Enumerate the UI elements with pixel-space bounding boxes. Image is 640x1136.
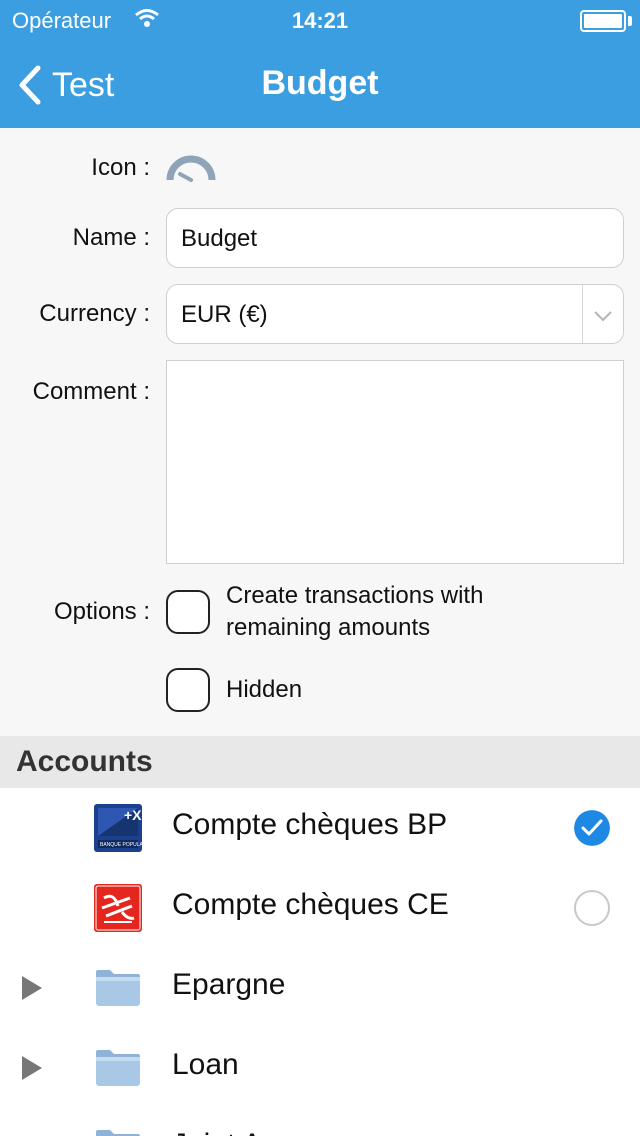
disclosure-triangle-icon[interactable]: [22, 1056, 42, 1080]
battery-icon: [580, 10, 626, 32]
currency-label: Currency :: [39, 300, 150, 327]
disclosure-triangle-icon[interactable]: [22, 976, 42, 1000]
hidden-label: Hidden: [226, 676, 303, 703]
name-field-value: Budget: [181, 225, 258, 252]
account-label: Compte chèques CE: [172, 888, 449, 921]
remaining-amounts-label: Create transactions with remaining amoun…: [226, 580, 483, 644]
chevron-down-icon: [594, 311, 612, 322]
status-time: 14:21: [291, 8, 349, 33]
account-label: Joint A...: [172, 1128, 287, 1136]
name-field[interactable]: Budget: [166, 208, 624, 268]
svg-text:BANQUE POPULAIRE: BANQUE POPULAIRE: [100, 842, 142, 848]
name-label: Name :: [72, 224, 150, 251]
select-divider: [582, 285, 583, 343]
nav-header: Opérateur 14:21 Test Budget: [0, 0, 640, 128]
comment-label: Comment :: [32, 378, 150, 405]
svg-text:+X: +X: [124, 807, 142, 823]
icon-label: Icon :: [91, 154, 150, 181]
accounts-title: Accounts: [16, 745, 153, 778]
folder-icon: [96, 1050, 140, 1086]
caisse-epargne-logo: [94, 884, 142, 932]
radio-unselected-icon[interactable]: [574, 890, 610, 926]
account-row-compte-bp[interactable]: +X BANQUE POPULAIRE Compte chèques BP: [0, 788, 640, 868]
battery-tip: [628, 16, 632, 26]
gauge-icon[interactable]: [164, 150, 218, 184]
banque-populaire-logo: +X BANQUE POPULAIRE: [94, 804, 142, 852]
currency-select-value: EUR (€): [181, 301, 268, 328]
folder-icon: [96, 970, 140, 1006]
account-label: Epargne: [172, 968, 286, 1001]
account-row-epargne[interactable]: Epargne: [0, 948, 640, 1028]
comment-textarea[interactable]: [166, 360, 624, 564]
account-row-compte-ce[interactable]: Compte chèques CE: [0, 868, 640, 948]
accounts-list: +X BANQUE POPULAIRE Compte chèques BP Co…: [0, 788, 640, 1136]
accounts-section-header: Accounts: [0, 736, 640, 788]
currency-select[interactable]: EUR (€): [166, 284, 624, 344]
status-bar: Opérateur 14:21: [0, 0, 640, 40]
options-label: Options :: [53, 598, 150, 625]
account-label: Compte chèques BP: [172, 808, 448, 841]
account-row-joint[interactable]: Joint A...: [0, 1108, 640, 1136]
checkmark-selected-icon[interactable]: [574, 810, 610, 846]
remaining-amounts-line1: Create transactions with: [226, 582, 484, 609]
page-title: Budget: [261, 64, 379, 102]
hidden-checkbox[interactable]: [166, 668, 210, 712]
folder-icon: [96, 1130, 140, 1136]
remaining-amounts-line2: remaining amounts: [226, 614, 431, 641]
remaining-amounts-checkbox[interactable]: [166, 590, 210, 634]
account-row-loan[interactable]: Loan: [0, 1028, 640, 1108]
account-label: Loan: [172, 1048, 239, 1081]
